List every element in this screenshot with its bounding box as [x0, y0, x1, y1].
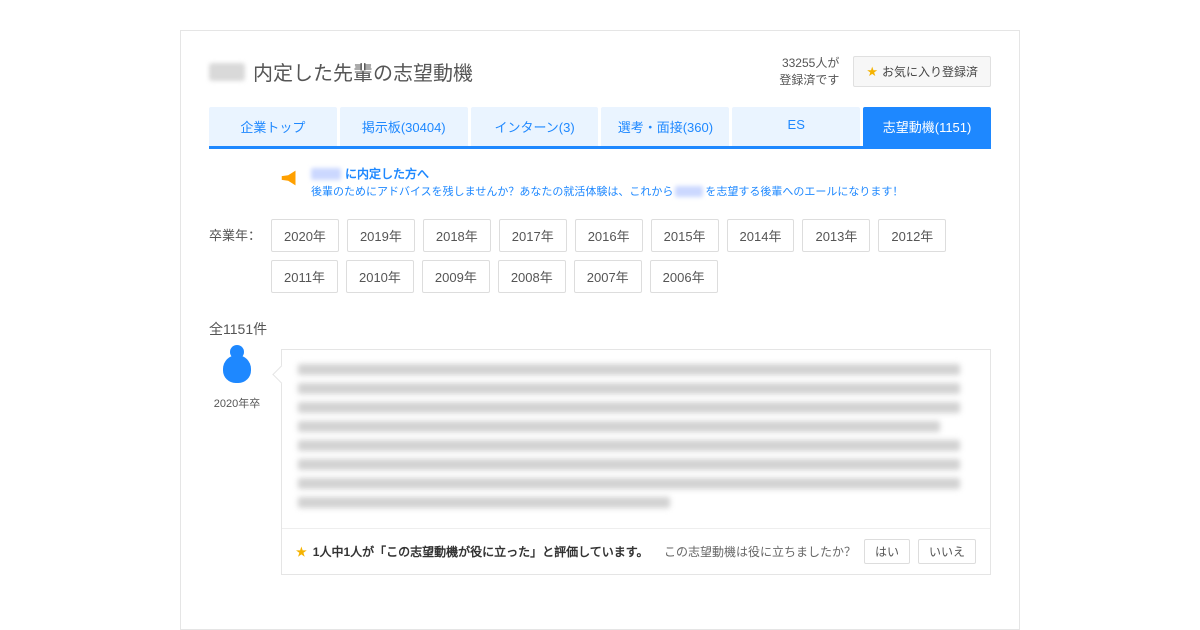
- megaphone-icon: [279, 167, 301, 189]
- tab-bar: 企業トップ掲示板(30404)インターン(3)選考・面接(360)ES志望動機(…: [209, 107, 991, 149]
- notice-body: 後輩のためにアドバイスを残しませんか？あなたの就活体験は、これからを志望する後輩…: [311, 184, 903, 202]
- avatar-icon: [223, 355, 251, 383]
- tab-3[interactable]: 選考・面接(360): [601, 107, 729, 146]
- year-filter-button[interactable]: 2019年: [347, 219, 415, 252]
- year-filter-button[interactable]: 2015年: [651, 219, 719, 252]
- result-count: 全1151件: [209, 319, 991, 339]
- company-name-blurred: [311, 168, 341, 180]
- entry-body-blurred: [282, 350, 990, 528]
- tab-0[interactable]: 企業トップ: [209, 107, 337, 146]
- star-icon: ★: [866, 64, 878, 80]
- motivation-entry-card: ★ 1人中1人が「この志望動機が役に立った」と評価しています。 この志望動機は役…: [281, 349, 991, 575]
- year-filter-button[interactable]: 2006年: [650, 260, 718, 293]
- year-filter-label: 卒業年：: [209, 219, 261, 244]
- year-filter-button[interactable]: 2009年: [422, 260, 490, 293]
- page-title: 内定した先輩の志望動機: [253, 57, 473, 86]
- tab-1[interactable]: 掲示板(30404): [340, 107, 468, 146]
- year-filter-button[interactable]: 2012年: [878, 219, 946, 252]
- year-filter-button[interactable]: 2014年: [727, 219, 795, 252]
- tab-5[interactable]: 志望動機(1151): [863, 107, 991, 146]
- year-filter-button[interactable]: 2011年: [271, 260, 338, 293]
- tab-2[interactable]: インターン(3): [471, 107, 599, 146]
- year-filter-button[interactable]: 2018年: [423, 219, 491, 252]
- rating-summary: ★ 1人中1人が「この志望動機が役に立った」と評価しています。: [296, 543, 649, 560]
- year-filter-button[interactable]: 2016年: [575, 219, 643, 252]
- year-filter-button[interactable]: 2010年: [346, 260, 414, 293]
- notice-title-link[interactable]: に内定した方へ: [345, 165, 429, 184]
- helpful-yes-button[interactable]: はい: [864, 539, 910, 564]
- year-filter-button[interactable]: 2007年: [574, 260, 642, 293]
- helpful-question: この志望動機は役に立ちましたか？: [664, 543, 856, 560]
- tab-4[interactable]: ES: [732, 107, 860, 146]
- company-name-blurred: [675, 186, 703, 197]
- star-icon: ★: [296, 545, 307, 559]
- company-name-blurred: [209, 63, 245, 81]
- entry-year-label: 2020年卒: [209, 395, 265, 411]
- helpful-no-button[interactable]: いいえ: [918, 539, 976, 564]
- year-filter-button[interactable]: 2013年: [802, 219, 870, 252]
- year-filter-button[interactable]: 2017年: [499, 219, 567, 252]
- favorite-button[interactable]: ★ お気に入り登録済: [853, 56, 991, 87]
- year-filter-button[interactable]: 2008年: [498, 260, 566, 293]
- year-filter-button[interactable]: 2020年: [271, 219, 339, 252]
- registered-count: 33255人が登録済です: [779, 55, 839, 89]
